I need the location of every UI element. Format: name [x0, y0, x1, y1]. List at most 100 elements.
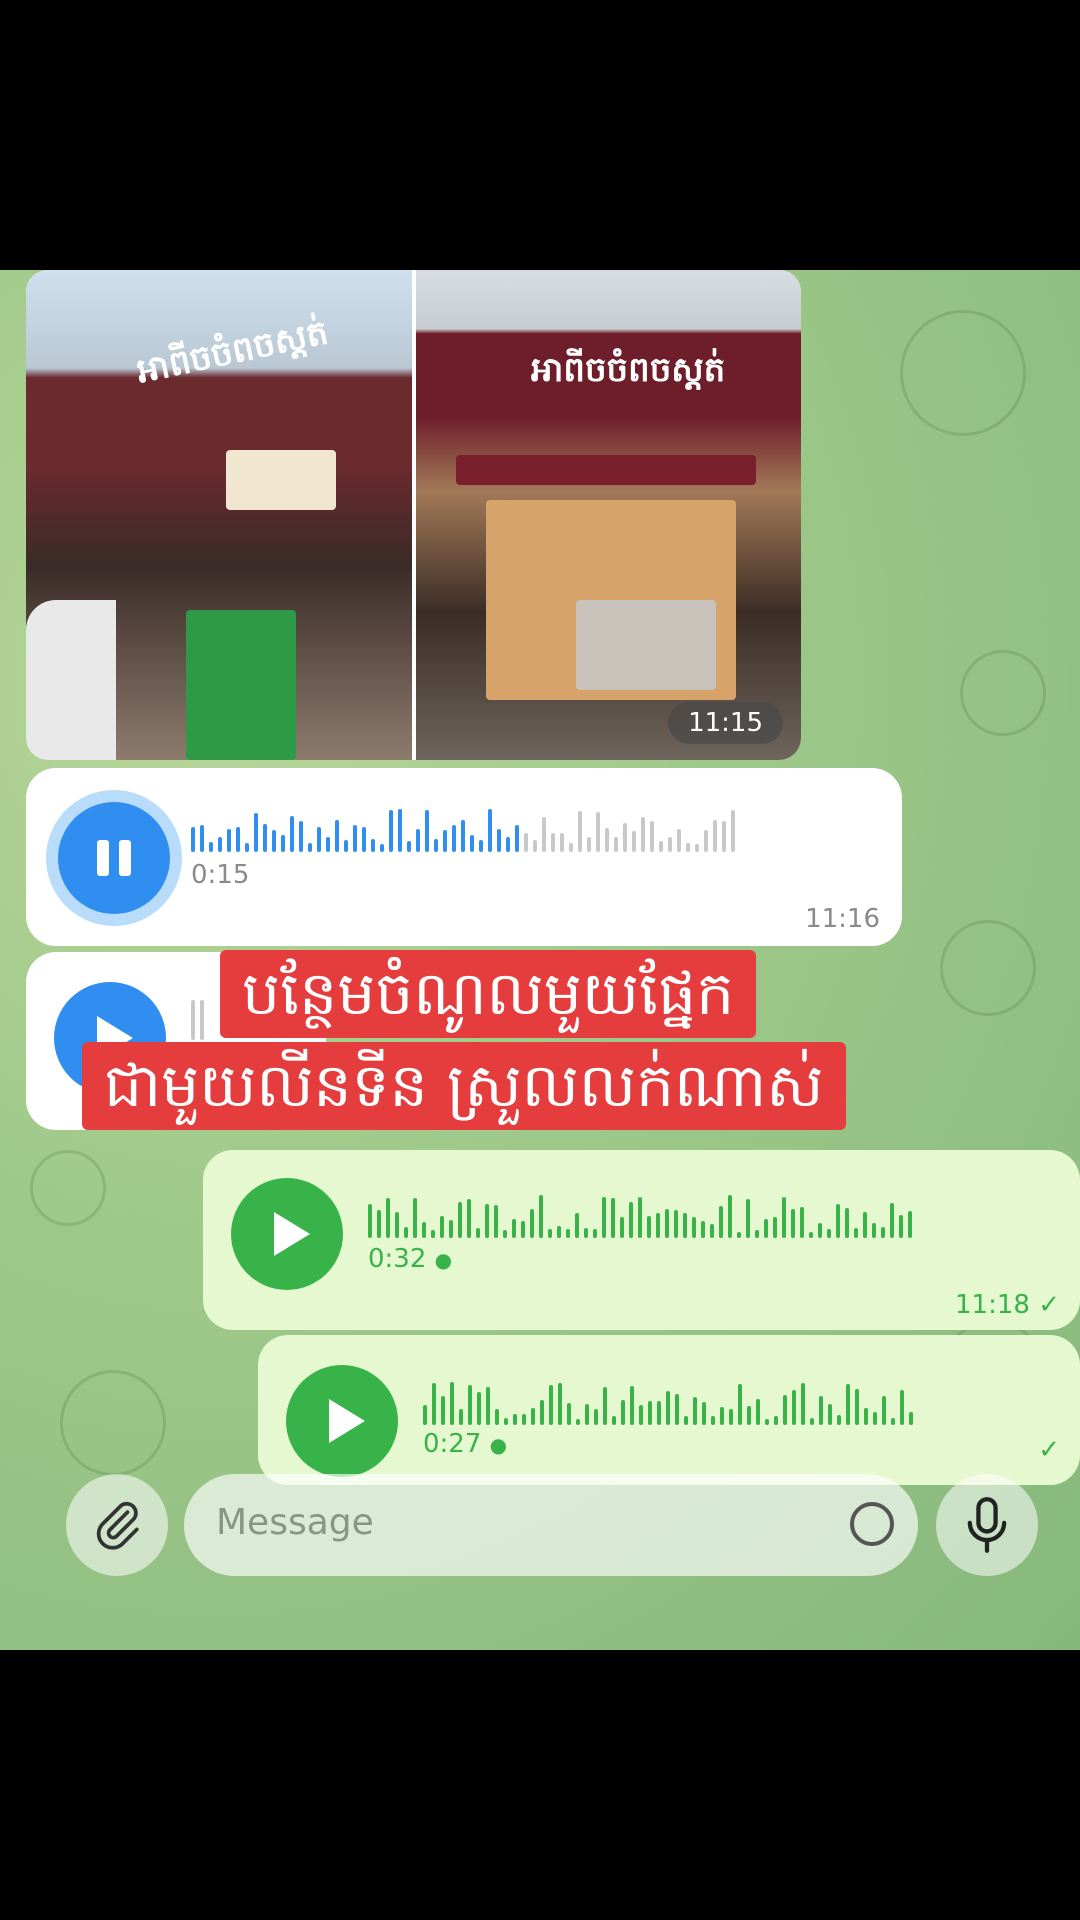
- waveform-bar: [828, 1404, 832, 1425]
- waveform-bar: [218, 837, 222, 852]
- waveform[interactable]: [423, 1381, 913, 1425]
- pause-button[interactable]: [58, 802, 170, 914]
- waveform-bar: [245, 843, 249, 852]
- waveform-bar: [632, 831, 636, 852]
- attach-button[interactable]: [66, 1474, 168, 1576]
- waveform[interactable]: [191, 808, 735, 852]
- waveform-bar: [326, 837, 330, 852]
- photo-album-message[interactable]: អាពីចចំពចស្តត់ អាពីចចំពចស្តត់ 11:15: [26, 270, 801, 760]
- waveform-bar: [272, 830, 276, 852]
- waveform-bar: [692, 1217, 696, 1238]
- waveform-bar: [792, 1390, 796, 1425]
- message-time: 11:18 ✓: [955, 1290, 1060, 1320]
- waveform-bar: [729, 1409, 733, 1425]
- waveform-bar: [657, 1401, 661, 1425]
- voice-message[interactable]: 0:32 ● 11:18 ✓: [203, 1150, 1080, 1330]
- waveform-bar: [461, 820, 465, 852]
- voice-message[interactable]: 0:27 ● ✓: [258, 1335, 1080, 1485]
- waveform-bar: [584, 1228, 588, 1238]
- waveform-bar: [665, 1209, 669, 1238]
- waveform-bar: [755, 1230, 759, 1238]
- waveform-bar: [731, 810, 735, 852]
- waveform[interactable]: [191, 996, 204, 1040]
- waveform-bar: [837, 1415, 841, 1425]
- waveform-bar: [227, 829, 231, 852]
- waveform-bar: [873, 1412, 877, 1425]
- waveform[interactable]: [368, 1194, 912, 1238]
- waveform-bar: [200, 825, 204, 852]
- shop-photo[interactable]: អាពីចចំពចស្តត់: [26, 270, 412, 760]
- waveform-bar: [713, 820, 717, 852]
- doodle-decoration: [960, 650, 1046, 736]
- waveform-bar: [836, 1204, 840, 1238]
- shop-photo[interactable]: អាពីចចំពចស្តត់: [416, 270, 801, 760]
- doodle-decoration: [60, 1370, 166, 1476]
- waveform-bar: [416, 829, 420, 852]
- play-button[interactable]: [286, 1365, 398, 1477]
- waveform-bar: [710, 1224, 714, 1238]
- waveform-bar: [737, 1232, 741, 1238]
- waveform-bar: [524, 833, 528, 852]
- waveform-bar: [368, 1204, 372, 1238]
- waveform-bar: [495, 1409, 499, 1425]
- waveform-bar: [863, 1212, 867, 1238]
- waveform-bar: [425, 810, 429, 852]
- message-placeholder: Message: [216, 1502, 374, 1543]
- waveform-bar: [557, 1226, 561, 1238]
- read-check-icon: ✓: [1038, 1290, 1060, 1320]
- voice-record-button[interactable]: [936, 1474, 1038, 1576]
- waveform-bar: [764, 1219, 768, 1238]
- voice-message[interactable]: 0:15 11:16: [26, 768, 902, 946]
- waveform-bar: [656, 1213, 660, 1238]
- waveform-bar: [558, 1383, 562, 1425]
- waveform-bar: [362, 827, 366, 852]
- waveform-bar: [612, 1416, 616, 1425]
- waveform-bar: [827, 1229, 831, 1238]
- waveform-bar: [335, 820, 339, 852]
- waveform-bar: [783, 1395, 787, 1425]
- sticker-icon[interactable]: [850, 1502, 894, 1546]
- waveform-bar: [504, 1418, 508, 1425]
- waveform-bar: [587, 837, 591, 852]
- waveform-bar: [459, 1409, 463, 1425]
- waveform-bar: [317, 827, 321, 852]
- play-button[interactable]: [231, 1178, 343, 1290]
- waveform-bar: [675, 1394, 679, 1425]
- waveform-bar: [560, 833, 564, 852]
- message-input[interactable]: Message: [184, 1474, 918, 1576]
- waveform-bar: [422, 1222, 426, 1238]
- waveform-bar: [423, 1405, 427, 1425]
- waveform-bar: [722, 821, 726, 852]
- waveform-bar: [659, 841, 663, 852]
- waveform-bar: [512, 1219, 516, 1238]
- waveform-bar: [530, 1209, 534, 1238]
- waveform-bar: [443, 830, 447, 852]
- waveform-bar: [503, 1230, 507, 1238]
- waveform-bar: [521, 1221, 525, 1238]
- message-time: 11:15: [668, 702, 783, 744]
- waveform-bar: [191, 827, 195, 852]
- waveform-bar: [719, 1206, 723, 1238]
- play-icon: [329, 1399, 365, 1443]
- waveform-bar: [407, 841, 411, 852]
- waveform-bar: [864, 1408, 868, 1425]
- waveform-bar: [800, 1207, 804, 1238]
- waveform-bar: [630, 1386, 634, 1425]
- waveform-bar: [746, 1199, 750, 1238]
- waveform-bar: [468, 1385, 472, 1425]
- waveform-bar: [674, 1210, 678, 1238]
- waveform-bar: [854, 1228, 858, 1238]
- waveform-bar: [209, 842, 213, 852]
- waveform-bar: [909, 1412, 913, 1425]
- waveform-bar: [701, 1221, 705, 1238]
- waveform-bar: [890, 1203, 894, 1238]
- waveform-bar: [452, 825, 456, 852]
- waveform-bar: [585, 1404, 589, 1425]
- waveform-bar: [389, 810, 393, 852]
- waveform-bar: [650, 821, 654, 852]
- waveform-bar: [486, 1387, 490, 1425]
- waveform-bar: [551, 833, 555, 852]
- waveform-bar: [881, 1227, 885, 1238]
- waveform-bar: [747, 1406, 751, 1425]
- waveform-bar: [440, 1216, 444, 1238]
